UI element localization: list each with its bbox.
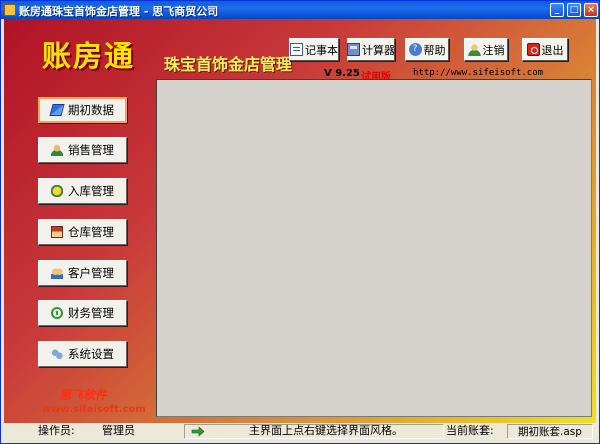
brand-name: 思飞软件: [59, 388, 108, 402]
logo: 账房通: [42, 39, 136, 73]
status-hint: 主界面上点右键选择界面风格。: [249, 424, 403, 437]
sidebar-item-label: 客户管理: [68, 266, 114, 280]
calculator-button[interactable]: 计算器: [347, 38, 395, 61]
help-label: 帮助: [423, 43, 446, 57]
sidebar-item-label: 销售管理: [68, 143, 114, 157]
sidebar-item-label: 系统设置: [68, 347, 114, 361]
stock-in-icon: [51, 185, 63, 197]
exit-icon: [526, 43, 540, 56]
app-icon: [4, 4, 16, 16]
minimize-button[interactable]: _: [550, 3, 564, 17]
sidebar-item-initial-data[interactable]: 期初数据: [38, 97, 127, 123]
calculator-label: 计算器: [362, 43, 395, 57]
logout-button[interactable]: 注销: [464, 38, 508, 61]
app-title: 珠宝首饰金店管理: [164, 55, 293, 74]
sidebar-item-customers[interactable]: 客户管理: [38, 260, 127, 286]
notepad-icon: [290, 43, 303, 56]
exit-button[interactable]: 退出: [522, 38, 568, 61]
finance-icon: [51, 307, 63, 319]
calculator-icon: [347, 43, 360, 56]
user-icon: [467, 43, 481, 56]
sidebar-item-label: 财务管理: [68, 306, 114, 320]
maximize-button[interactable]: □: [567, 3, 581, 17]
account-label: 当前账套:: [446, 424, 494, 437]
account-value: 期初账套.asp: [507, 424, 593, 439]
customers-icon: [51, 267, 63, 279]
website-url: http://www.sifeisoft.com: [413, 68, 544, 78]
content-panel[interactable]: [156, 79, 592, 417]
app-window: 账房通珠宝首饰金店管理 - 思飞商贸公司 _ □ × 账房通 珠宝首饰金店管理 …: [0, 0, 600, 444]
sidebar-item-finance[interactable]: 财务管理: [38, 300, 127, 326]
sidebar-item-label: 期初数据: [68, 103, 114, 117]
warehouse-icon: [51, 226, 63, 238]
sidebar-item-warehouse[interactable]: 仓库管理: [38, 219, 127, 245]
book-icon: [49, 104, 65, 116]
operator-label: 操作员:: [38, 424, 75, 437]
sidebar-item-settings[interactable]: 系统设置: [38, 341, 127, 367]
notepad-button[interactable]: 记事本: [289, 38, 339, 61]
sidebar-item-sales[interactable]: 销售管理: [38, 137, 127, 163]
operator-name: 管理员: [102, 424, 135, 437]
brand-url[interactable]: www.sifeisoft.com: [42, 404, 146, 415]
status-bar: 操作员: 管理员 主界面上点右键选择界面风格。 当前账套: 期初账套.asp: [4, 423, 596, 441]
settings-icon: [51, 348, 63, 360]
notepad-label: 记事本: [305, 43, 338, 57]
sidebar-item-label: 入库管理: [68, 184, 114, 198]
title-bar[interactable]: 账房通珠宝首饰金店管理 - 思飞商贸公司 _ □ ×: [1, 1, 599, 19]
logout-label: 注销: [482, 43, 505, 57]
close-button[interactable]: ×: [584, 3, 598, 17]
main-area: 账房通 珠宝首饰金店管理 V 9.25 试用版 http://www.sifei…: [4, 19, 596, 423]
exit-label: 退出: [541, 43, 564, 57]
sidebar-item-label: 仓库管理: [68, 225, 114, 239]
version-label: V 9.25: [324, 68, 360, 79]
help-icon: ?: [408, 43, 422, 56]
window-title: 账房通珠宝首饰金店管理 - 思飞商贸公司: [19, 5, 219, 18]
arrow-right-icon: [191, 426, 205, 437]
help-button[interactable]: ? 帮助: [405, 38, 449, 61]
sidebar-item-stock-in[interactable]: 入库管理: [38, 178, 127, 204]
salesperson-icon: [51, 144, 63, 156]
